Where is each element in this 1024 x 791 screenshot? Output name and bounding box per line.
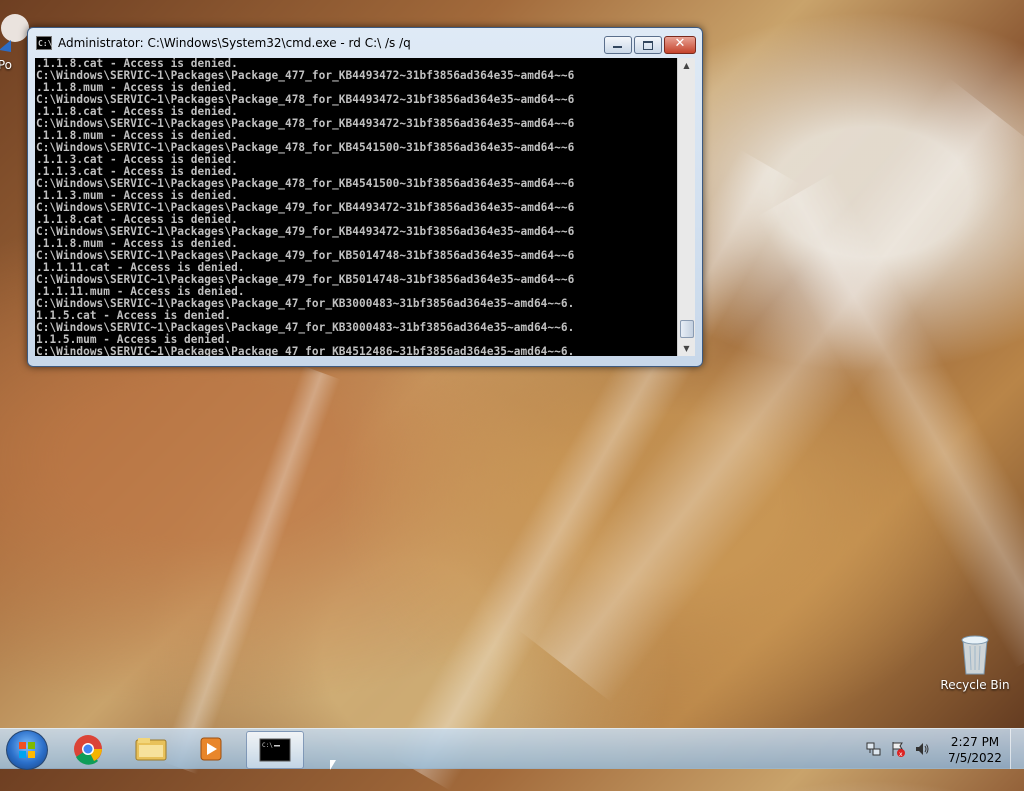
scroll-up-arrow-icon[interactable]: ▲ xyxy=(678,58,695,73)
taskbar-chrome[interactable] xyxy=(60,731,116,767)
desktop-icon-recycle-bin[interactable]: Recycle Bin xyxy=(930,630,1020,692)
action-center-flag-icon[interactable]: x xyxy=(890,741,906,757)
taskbar-explorer[interactable] xyxy=(123,731,179,767)
taskbar: C:\ x 2:27 PM 7/5/2022 xyxy=(0,728,1024,770)
cmd-window-icon: C:\ xyxy=(36,36,52,50)
vertical-scrollbar[interactable]: ▲ ▼ xyxy=(677,58,695,356)
windows-logo-icon xyxy=(19,742,35,758)
maximize-icon xyxy=(643,41,653,50)
clock-date: 7/5/2022 xyxy=(948,751,1002,765)
chrome-icon xyxy=(74,735,102,765)
window-titlebar[interactable]: C:\ Administrator: C:\Windows\System32\c… xyxy=(28,28,702,58)
console-text: .1.1.8.cat - Access is denied. C:\Window… xyxy=(35,58,677,356)
cmd-icon: C:\ xyxy=(259,738,291,762)
window-title: Administrator: C:\Windows\System32\cmd.e… xyxy=(58,36,411,50)
volume-icon[interactable] xyxy=(914,741,930,757)
media-player-icon xyxy=(200,737,222,761)
start-button[interactable] xyxy=(6,730,48,770)
clock-time: 2:27 PM xyxy=(950,735,1000,749)
close-button[interactable]: ✕ xyxy=(664,36,696,54)
minimize-icon xyxy=(613,46,622,48)
taskbar-media-player[interactable] xyxy=(183,731,239,767)
svg-text:C:\: C:\ xyxy=(262,742,273,749)
maximize-button[interactable] xyxy=(634,36,662,54)
wallpaper-stripe xyxy=(159,365,341,775)
close-icon: ✕ xyxy=(674,36,686,51)
cmd-window[interactable]: C:\ Administrator: C:\Windows\System32\c… xyxy=(27,27,703,367)
explorer-icon xyxy=(135,738,167,761)
desktop-icon-label: Recycle Bin xyxy=(940,678,1010,692)
mouse-cursor-icon xyxy=(330,760,336,770)
window-controls: ✕ xyxy=(602,36,696,54)
minimize-button[interactable] xyxy=(604,36,632,54)
recycle-bin-icon xyxy=(955,630,995,675)
scroll-down-arrow-icon[interactable]: ▼ xyxy=(678,341,695,356)
taskbar-cmd[interactable]: C:\ xyxy=(246,731,304,769)
svg-text:x: x xyxy=(899,751,903,757)
system-clock[interactable]: 2:27 PM 7/5/2022 xyxy=(935,734,1015,766)
scrollbar-thumb[interactable] xyxy=(680,320,694,338)
network-icon[interactable] xyxy=(866,741,882,757)
console-line: C:\Windows\SERVIC~1\Packages\Package_47_… xyxy=(36,345,575,357)
console-output[interactable]: .1.1.8.cat - Access is denied. C:\Window… xyxy=(35,58,677,356)
show-desktop-button[interactable] xyxy=(1010,729,1024,769)
